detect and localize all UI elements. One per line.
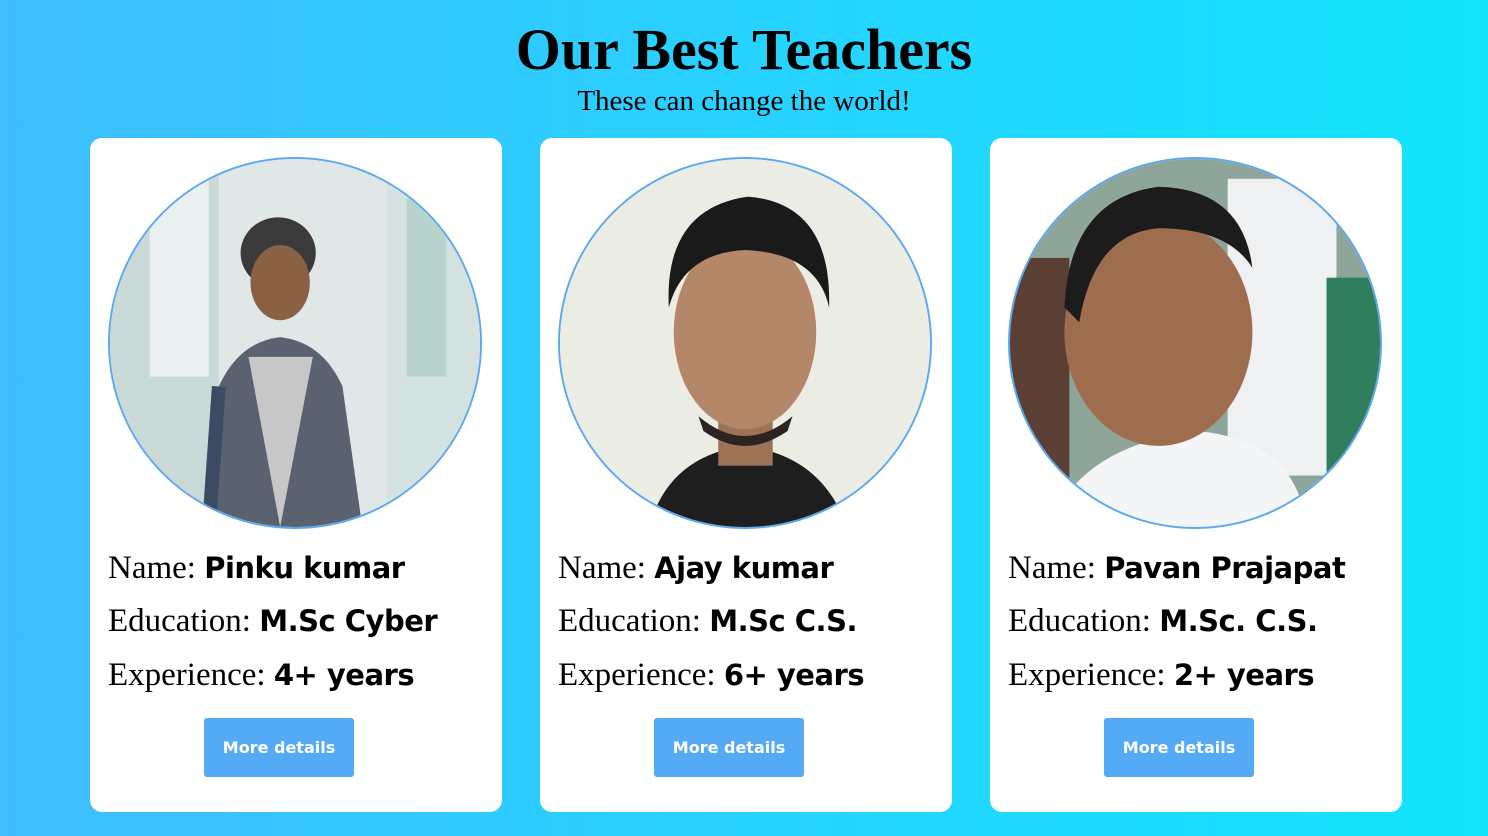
teacher-card: Name: Pinku kumar Education: M.Sc Cyber …: [90, 138, 502, 812]
more-details-button[interactable]: More details: [654, 718, 804, 777]
experience-label: Experience:: [558, 657, 716, 693]
teacher-card: Name: Pavan Prajapat Education: M.Sc. C.…: [990, 138, 1402, 812]
teacher-photo: [108, 157, 482, 529]
name-label: Name:: [1008, 550, 1096, 586]
experience-label: Experience:: [108, 657, 266, 693]
teacher-education: M.Sc Cyber: [259, 604, 438, 638]
education-label: Education:: [1008, 603, 1151, 639]
teacher-education: M.Sc C.S.: [709, 604, 857, 638]
name-label: Name:: [558, 550, 646, 586]
more-details-button[interactable]: More details: [204, 718, 354, 777]
teacher-experience-line: Experience: 4+ years: [108, 655, 498, 695]
teacher-education-line: Education: M.Sc. C.S.: [1008, 601, 1398, 641]
page-subtitle: These can change the world!: [577, 85, 911, 117]
teacher-name-line: Name: Pavan Prajapat: [1008, 548, 1398, 588]
teacher-experience-line: Experience: 6+ years: [558, 655, 948, 695]
experience-label: Experience:: [1008, 657, 1166, 693]
education-label: Education:: [558, 603, 701, 639]
teacher-education: M.Sc. C.S.: [1159, 604, 1318, 638]
education-label: Education:: [108, 603, 251, 639]
teacher-education-line: Education: M.Sc C.S.: [558, 601, 948, 641]
name-label: Name:: [108, 550, 196, 586]
teacher-name-line: Name: Ajay kumar: [558, 548, 948, 588]
more-details-button[interactable]: More details: [1104, 718, 1254, 777]
teacher-photo-image: [110, 159, 480, 527]
teacher-photo-image: [560, 159, 930, 527]
teacher-photo: [1008, 157, 1382, 529]
page-title: Our Best Teachers: [515, 17, 973, 82]
teacher-experience-line: Experience: 2+ years: [1008, 655, 1398, 695]
teacher-education-line: Education: M.Sc Cyber: [108, 601, 498, 641]
teacher-photo: [558, 157, 932, 529]
teacher-experience: 6+ years: [723, 658, 865, 692]
teacher-name: Pavan Prajapat: [1104, 551, 1346, 585]
teacher-name: Ajay kumar: [654, 551, 834, 585]
teacher-card: Name: Ajay kumar Education: M.Sc C.S. Ex…: [540, 138, 952, 812]
teacher-photo-image: [1010, 159, 1380, 527]
teacher-experience: 4+ years: [273, 658, 415, 692]
teacher-name-line: Name: Pinku kumar: [108, 548, 498, 588]
teacher-name: Pinku kumar: [204, 551, 405, 585]
teacher-experience: 2+ years: [1173, 658, 1315, 692]
